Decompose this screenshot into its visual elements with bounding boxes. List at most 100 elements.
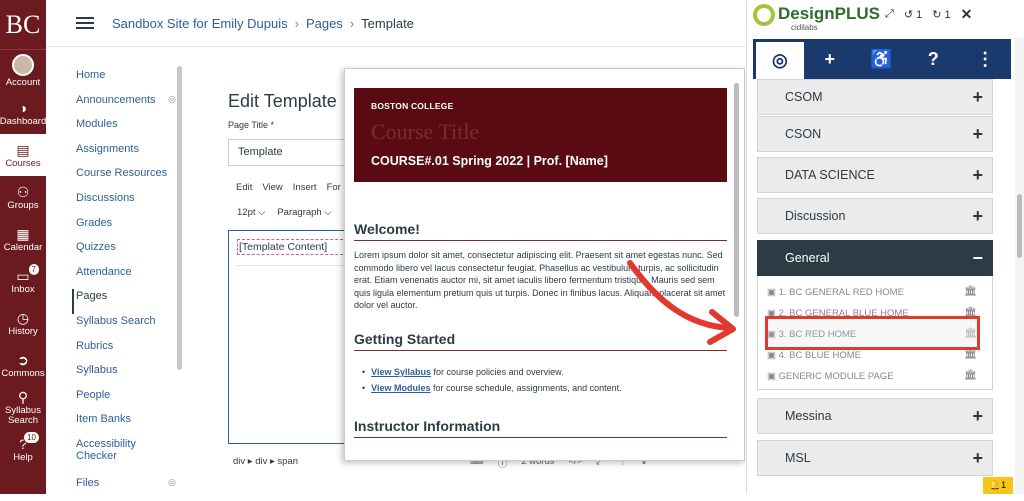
course-nav-modules[interactable]: Modules [76,117,176,142]
course-nav-quizzes[interactable]: Quizzes [76,240,176,265]
category-messina[interactable]: Messina + [757,398,993,434]
close-icon[interactable]: ✕ [961,6,973,23]
nav-label: Inbox [11,283,35,295]
instructor-heading: Instructor Information [354,418,727,438]
category-data-science[interactable]: DATA SCIENCE + [757,157,993,193]
inbox-badge: 7 [27,263,40,276]
course-nav-files[interactable]: Files ◎ [76,476,176,501]
expand-plus-icon: + [972,87,983,107]
breadcrumb-pages[interactable]: Pages [306,16,343,31]
template-item[interactable]: ▣ GENERIC MODULE PAGE 🏛 [767,370,977,382]
menu-view[interactable]: View [262,182,282,193]
hidden-eye-icon: ◎ [168,93,176,104]
course-nav-rubrics[interactable]: Rubrics [76,339,176,364]
template-item[interactable]: ▣ 4. BC BLUE HOME 🏛 [767,349,977,361]
undo-button[interactable]: ↺ 1 [904,8,922,23]
nav-label: Courses [5,157,41,169]
view-syllabus-link[interactable]: View Syllabus [371,367,431,377]
tab-templates[interactable]: ◎ [756,39,804,79]
expand-icon[interactable]: ⤢ [885,8,894,23]
template-item[interactable]: ▣ 1. BC GENERAL RED HOME 🏛 [767,286,977,298]
course-nav-syllabus-search[interactable]: Syllabus Search [76,314,176,339]
course-nav-accessibility-checker[interactable]: Accessibility Checker [76,437,176,476]
nav-label: History [8,325,38,337]
nav-groups[interactable]: ⚇ Groups [0,176,46,218]
nav-label: Syllabus Search [5,404,41,426]
breadcrumb-site[interactable]: Sandbox Site for Emily Dupuis [112,16,288,31]
expand-plus-icon: + [972,448,983,468]
redo-button[interactable]: ↻ 1 [932,8,950,23]
course-nav-discussions[interactable]: Discussions [76,191,176,216]
nav-calendar[interactable]: ▦ Calendar [0,218,46,260]
expand-plus-icon: + [972,165,983,185]
clock-icon: ◷ [16,309,30,326]
category-general[interactable]: General − [757,240,993,276]
highlight-box [765,316,980,350]
editor-menubar: Edit View Insert For [236,182,341,193]
course-nav-attendance[interactable]: Attendance [76,265,176,290]
nav-commons[interactable]: ➲ Commons [0,344,46,386]
course-nav-announcements[interactable]: Announcements ◎ [76,93,176,118]
tab-more[interactable]: ⋮ [959,39,1011,79]
course-nav-people[interactable]: People [76,388,176,413]
template-content[interactable]: [Template Content] [237,239,343,255]
bc-logo[interactable]: BC [0,0,46,50]
course-nav-pages[interactable]: Pages [72,289,176,314]
font-size-select[interactable]: 12pt ⌵ [237,207,265,218]
menu-format[interactable]: For [327,182,341,193]
divider [236,265,346,266]
page-heading: Edit Template [228,91,337,111]
nav-account[interactable]: Account [0,50,46,92]
category-discussion[interactable]: Discussion + [757,198,993,234]
nav-history[interactable]: ◷ History [0,302,46,344]
nav-courses[interactable]: ▤ Courses [0,134,46,176]
category-csom[interactable]: CSOM + [757,79,993,115]
breadcrumb-separator: › [294,15,299,31]
nav-label: Account [5,77,41,89]
preview-scrollbar[interactable] [734,83,739,317]
list-item: View Syllabus for course policies and ov… [362,367,622,377]
course-nav-course-resources[interactable]: Course Resources [76,166,176,191]
tab-help[interactable]: ? [907,39,959,79]
nav-help[interactable]: ? 10 Help [0,428,46,470]
search-icon: ⚲ [17,388,29,405]
editor-content-area[interactable]: [Template Content] [228,230,346,444]
menu-insert[interactable]: Insert [293,182,317,193]
expand-plus-icon: + [972,124,983,144]
course-nav-grades[interactable]: Grades [76,216,176,241]
page-title-input[interactable]: Template [228,139,344,166]
nav-inbox[interactable]: ▭ 7 Inbox [0,260,46,302]
getting-started-heading: Getting Started [354,331,727,351]
nav-label: Help [13,451,33,463]
alert-badge[interactable]: 🔔1 [983,477,1013,494]
tab-add[interactable]: + [804,39,856,79]
panel-scroll-track [1015,38,1024,494]
menu-edit[interactable]: Edit [236,182,252,193]
category-cson[interactable]: CSON + [757,116,993,152]
category-msl[interactable]: MSL + [757,440,993,476]
bank-icon: 🏛 [964,349,977,360]
bank-icon: 🏛 [964,286,977,297]
tab-accessibility[interactable]: ♿ [856,39,908,79]
designplus-controls: ⤢ ↺ 1 ↻ 1 ✕ [885,6,973,23]
template-preview: BOSTON COLLEGE Course Title COURSE#.01 S… [344,68,745,461]
banner-course-info: COURSE#.01 Spring 2022 | Prof. [Name] [371,154,608,168]
commons-icon: ➲ [17,351,29,368]
nav-dashboard[interactable]: ◑ Dashboard [0,92,46,134]
course-nav: Home Announcements ◎ Modules Assignments … [72,68,176,501]
course-nav-syllabus[interactable]: Syllabus [76,363,176,388]
editor-toolbar: 12pt ⌵ Paragraph ⌵ [237,207,332,218]
designplus-subbrand: cidilabs [791,23,818,32]
welcome-heading: Welcome! [354,221,727,241]
course-nav-assignments[interactable]: Assignments [76,142,176,167]
hamburger-icon[interactable] [76,14,94,32]
nav-syllabus-search[interactable]: ⚲ Syllabus Search [0,386,46,428]
course-nav-item-banks[interactable]: Item Banks [76,412,176,437]
designplus-brand: DesignPLUS [778,4,881,23]
course-nav-scrollbar[interactable] [177,66,182,370]
panel-scrollbar[interactable] [1017,194,1022,258]
view-modules-link[interactable]: View Modules [371,383,430,393]
welcome-text: Lorem ipsum dolor sit amet, consectetur … [354,250,726,311]
course-nav-home[interactable]: Home [76,68,176,93]
paragraph-select[interactable]: Paragraph ⌵ [277,207,331,218]
